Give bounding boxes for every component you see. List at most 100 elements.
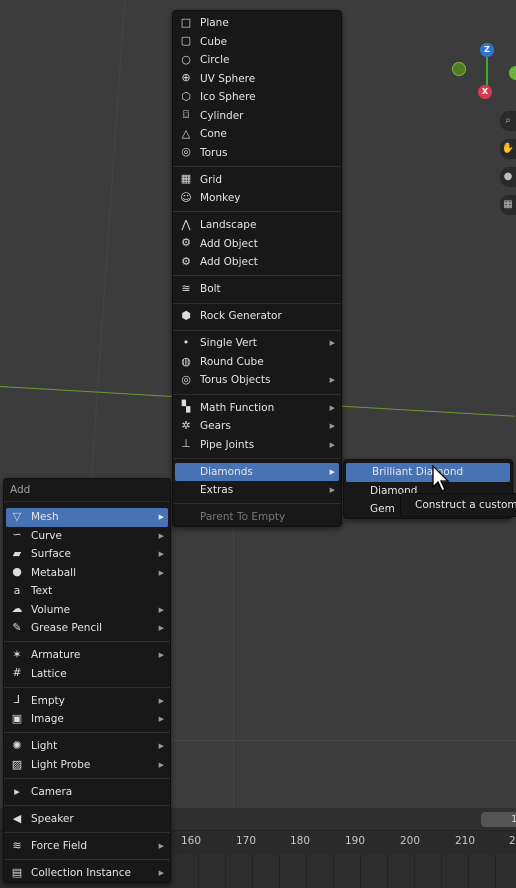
menu-item-label: Gem <box>370 503 395 515</box>
menu-item-label: Light <box>31 740 58 753</box>
light-probe-icon: ▨ <box>11 757 23 771</box>
circle-icon: ○ <box>181 52 191 66</box>
menu-item-label: Monkey <box>200 192 241 205</box>
submenu-arrow-icon: ▶ <box>158 513 164 521</box>
menu-item-image[interactable]: ▣ Image ▶ <box>4 710 170 729</box>
menu-separator <box>4 778 170 780</box>
camera-view-icon[interactable]: ● <box>500 167 516 187</box>
menu-item-extras[interactable]: Extras ▶ <box>173 481 341 500</box>
menu-item-grid[interactable]: ▦ Grid <box>173 171 341 190</box>
gizmo-z-axis[interactable]: Z <box>480 43 494 57</box>
gizmo-x-axis[interactable]: X <box>478 85 492 99</box>
submenu-arrow-icon: ▶ <box>329 376 335 385</box>
menu-item-light-probe[interactable]: ▨ Light Probe ▶ <box>4 756 170 775</box>
frame-tick: 170 <box>236 835 257 847</box>
current-frame-field[interactable]: 1 <box>481 812 516 827</box>
menu-item-surface[interactable]: ▰ Surface ▶ <box>4 545 170 564</box>
menu-item-cone[interactable]: △ Cone <box>173 125 341 144</box>
menu-item-add-object[interactable]: ⚙ Add Object <box>173 253 341 272</box>
landscape-icon: ⋀ <box>181 217 191 231</box>
menu-item-light[interactable]: ✺ Light ▶ <box>4 737 170 756</box>
menu-item-curve[interactable]: ∽ Curve ▶ <box>4 527 170 546</box>
menu-item-volume[interactable]: ☁ Volume ▶ <box>4 601 170 620</box>
armature-icon: ✶ <box>12 647 22 661</box>
menu-item-landscape[interactable]: ⋀ Landscape <box>173 216 341 235</box>
menu-item-grease-pencil[interactable]: ✎ Grease Pencil ▶ <box>4 619 170 638</box>
menu-item-metaball[interactable]: ● Metaball ▶ <box>4 564 170 583</box>
menu-separator <box>173 457 341 459</box>
menu-item-label: Cylinder <box>200 109 244 122</box>
menu-item-label: Lattice <box>31 667 67 680</box>
menu-item-brilliant-diamond[interactable]: Brilliant Diamond <box>346 463 510 482</box>
menu-item-diamonds[interactable]: Diamonds ▶ <box>175 462 339 482</box>
plugin-icon: ⚙ <box>181 254 191 268</box>
volume-icon: ☁ <box>11 602 23 616</box>
menu-item-label: Plane <box>200 17 229 29</box>
speaker-icon: ◀ <box>12 811 22 825</box>
menu-item-bolt[interactable]: ≊ Bolt <box>173 280 341 299</box>
menu-item-mesh[interactable]: ▽ Mesh ▶ <box>6 508 168 527</box>
menu-item-text[interactable]: a Text <box>4 582 170 601</box>
pipe-joint-icon: ⊥ <box>181 437 191 451</box>
menu-separator <box>4 732 170 734</box>
menu-item-label: Parent To Empty <box>200 511 286 524</box>
menu-item-label: Extras <box>200 484 234 497</box>
frame-tick: 160 <box>181 835 202 847</box>
add-menu: Add ▽ Mesh ▶ ∽ Curve ▶ ▰ Surface ▶ ● Metaball ▶ a Tex… <box>3 478 171 883</box>
zoom-icon[interactable]: ⌕ <box>500 111 516 131</box>
submenu-arrow-icon: ▶ <box>329 486 335 495</box>
menu-item-label: Surface <box>31 548 72 560</box>
menu-item-cube[interactable]: ▢ Cube <box>173 33 341 52</box>
menu-item-empty[interactable]: ⅃ Empty ▶ <box>4 692 170 711</box>
menu-item-pipe-joints[interactable]: ⊥ Pipe Joints ▶ <box>173 436 341 455</box>
menu-item-label: Add Object <box>200 237 258 250</box>
hand-icon[interactable]: ✋ <box>500 139 516 159</box>
menu-item-label: Diamonds <box>200 465 253 478</box>
menu-item-label: Light Probe <box>31 758 91 771</box>
menu-separator <box>173 393 341 395</box>
menu-item-monkey[interactable]: ☺ Monkey <box>173 189 341 208</box>
menu-item-camera[interactable]: ▸ Camera <box>4 783 170 802</box>
rock-icon: ⬢ <box>181 309 191 323</box>
menu-item-torus[interactable]: ◎ Torus <box>173 144 341 163</box>
gizmo-y-axis[interactable] <box>509 66 516 80</box>
empty-icon: ⅃ <box>13 693 21 707</box>
menu-item-single-vert[interactable]: • Single Vert ▶ <box>173 334 341 353</box>
gizmo-neg-y-axis[interactable] <box>452 62 466 76</box>
menu-item-speaker[interactable]: ◀ Speaker <box>4 810 170 829</box>
menu-item-ico-sphere[interactable]: ⬡ Ico Sphere <box>173 88 341 107</box>
menu-item-rock-generator[interactable]: ⬢ Rock Generator <box>173 307 341 326</box>
bolt-icon: ≊ <box>181 282 191 296</box>
submenu-arrow-icon: ▶ <box>158 842 164 851</box>
submenu-arrow-icon: ▶ <box>158 605 164 614</box>
collection-icon: ▤ <box>11 865 23 879</box>
round-cube-icon: ◍ <box>181 354 191 368</box>
menu-item-round-cube[interactable]: ◍ Round Cube <box>173 353 341 372</box>
text-icon: a <box>13 583 21 597</box>
add-menu-items: ▽ Mesh ▶ ∽ Curve ▶ ▰ Surface ▶ ● Metaball ▶ a Text ☁ Vo… <box>4 508 170 883</box>
menu-item-armature[interactable]: ✶ Armature ▶ <box>4 646 170 665</box>
menu-item-cylinder[interactable]: ⌼ Cylinder <box>173 107 341 126</box>
keyframe-track[interactable] <box>172 854 516 888</box>
gizmo-x-label: X <box>481 87 489 96</box>
perspective-grid-icon[interactable]: ▦ <box>500 195 516 215</box>
menu-item-torus-objects[interactable]: ◎ Torus Objects ▶ <box>173 371 341 390</box>
menu-item-gears[interactable]: ✲ Gears ▶ <box>173 417 341 436</box>
metaball-icon: ● <box>12 565 22 579</box>
mesh-menu: □ Plane ▢ Cube ○ Circle ⊕ UV Sphere ⬡ Ico Sphere ⌼… <box>172 10 342 527</box>
menu-item-plane[interactable]: □ Plane <box>173 14 341 33</box>
menu-item-label: Ico Sphere <box>200 91 256 103</box>
menu-item-math-function[interactable]: ▚ Math Function ▶ <box>173 399 341 418</box>
menu-item-force-field[interactable]: ≋ Force Field ▶ <box>4 837 170 856</box>
menu-item-circle[interactable]: ○ Circle <box>173 51 341 70</box>
menu-item-lattice[interactable]: # Lattice <box>4 665 170 684</box>
menu-item-collection-instance[interactable]: ▤ Collection Instance ▶ <box>4 864 170 883</box>
frame-tick: 210 <box>455 835 476 847</box>
menu-separator <box>4 859 170 861</box>
submenu-arrow-icon: ▶ <box>158 531 164 540</box>
menu-item-add-object[interactable]: ⚙ Add Object <box>173 235 341 254</box>
menu-item-uv-sphere[interactable]: ⊕ UV Sphere <box>173 70 341 89</box>
submenu-arrow-icon: ▶ <box>158 651 164 660</box>
menu-separator <box>173 211 341 213</box>
menu-separator <box>4 641 170 643</box>
